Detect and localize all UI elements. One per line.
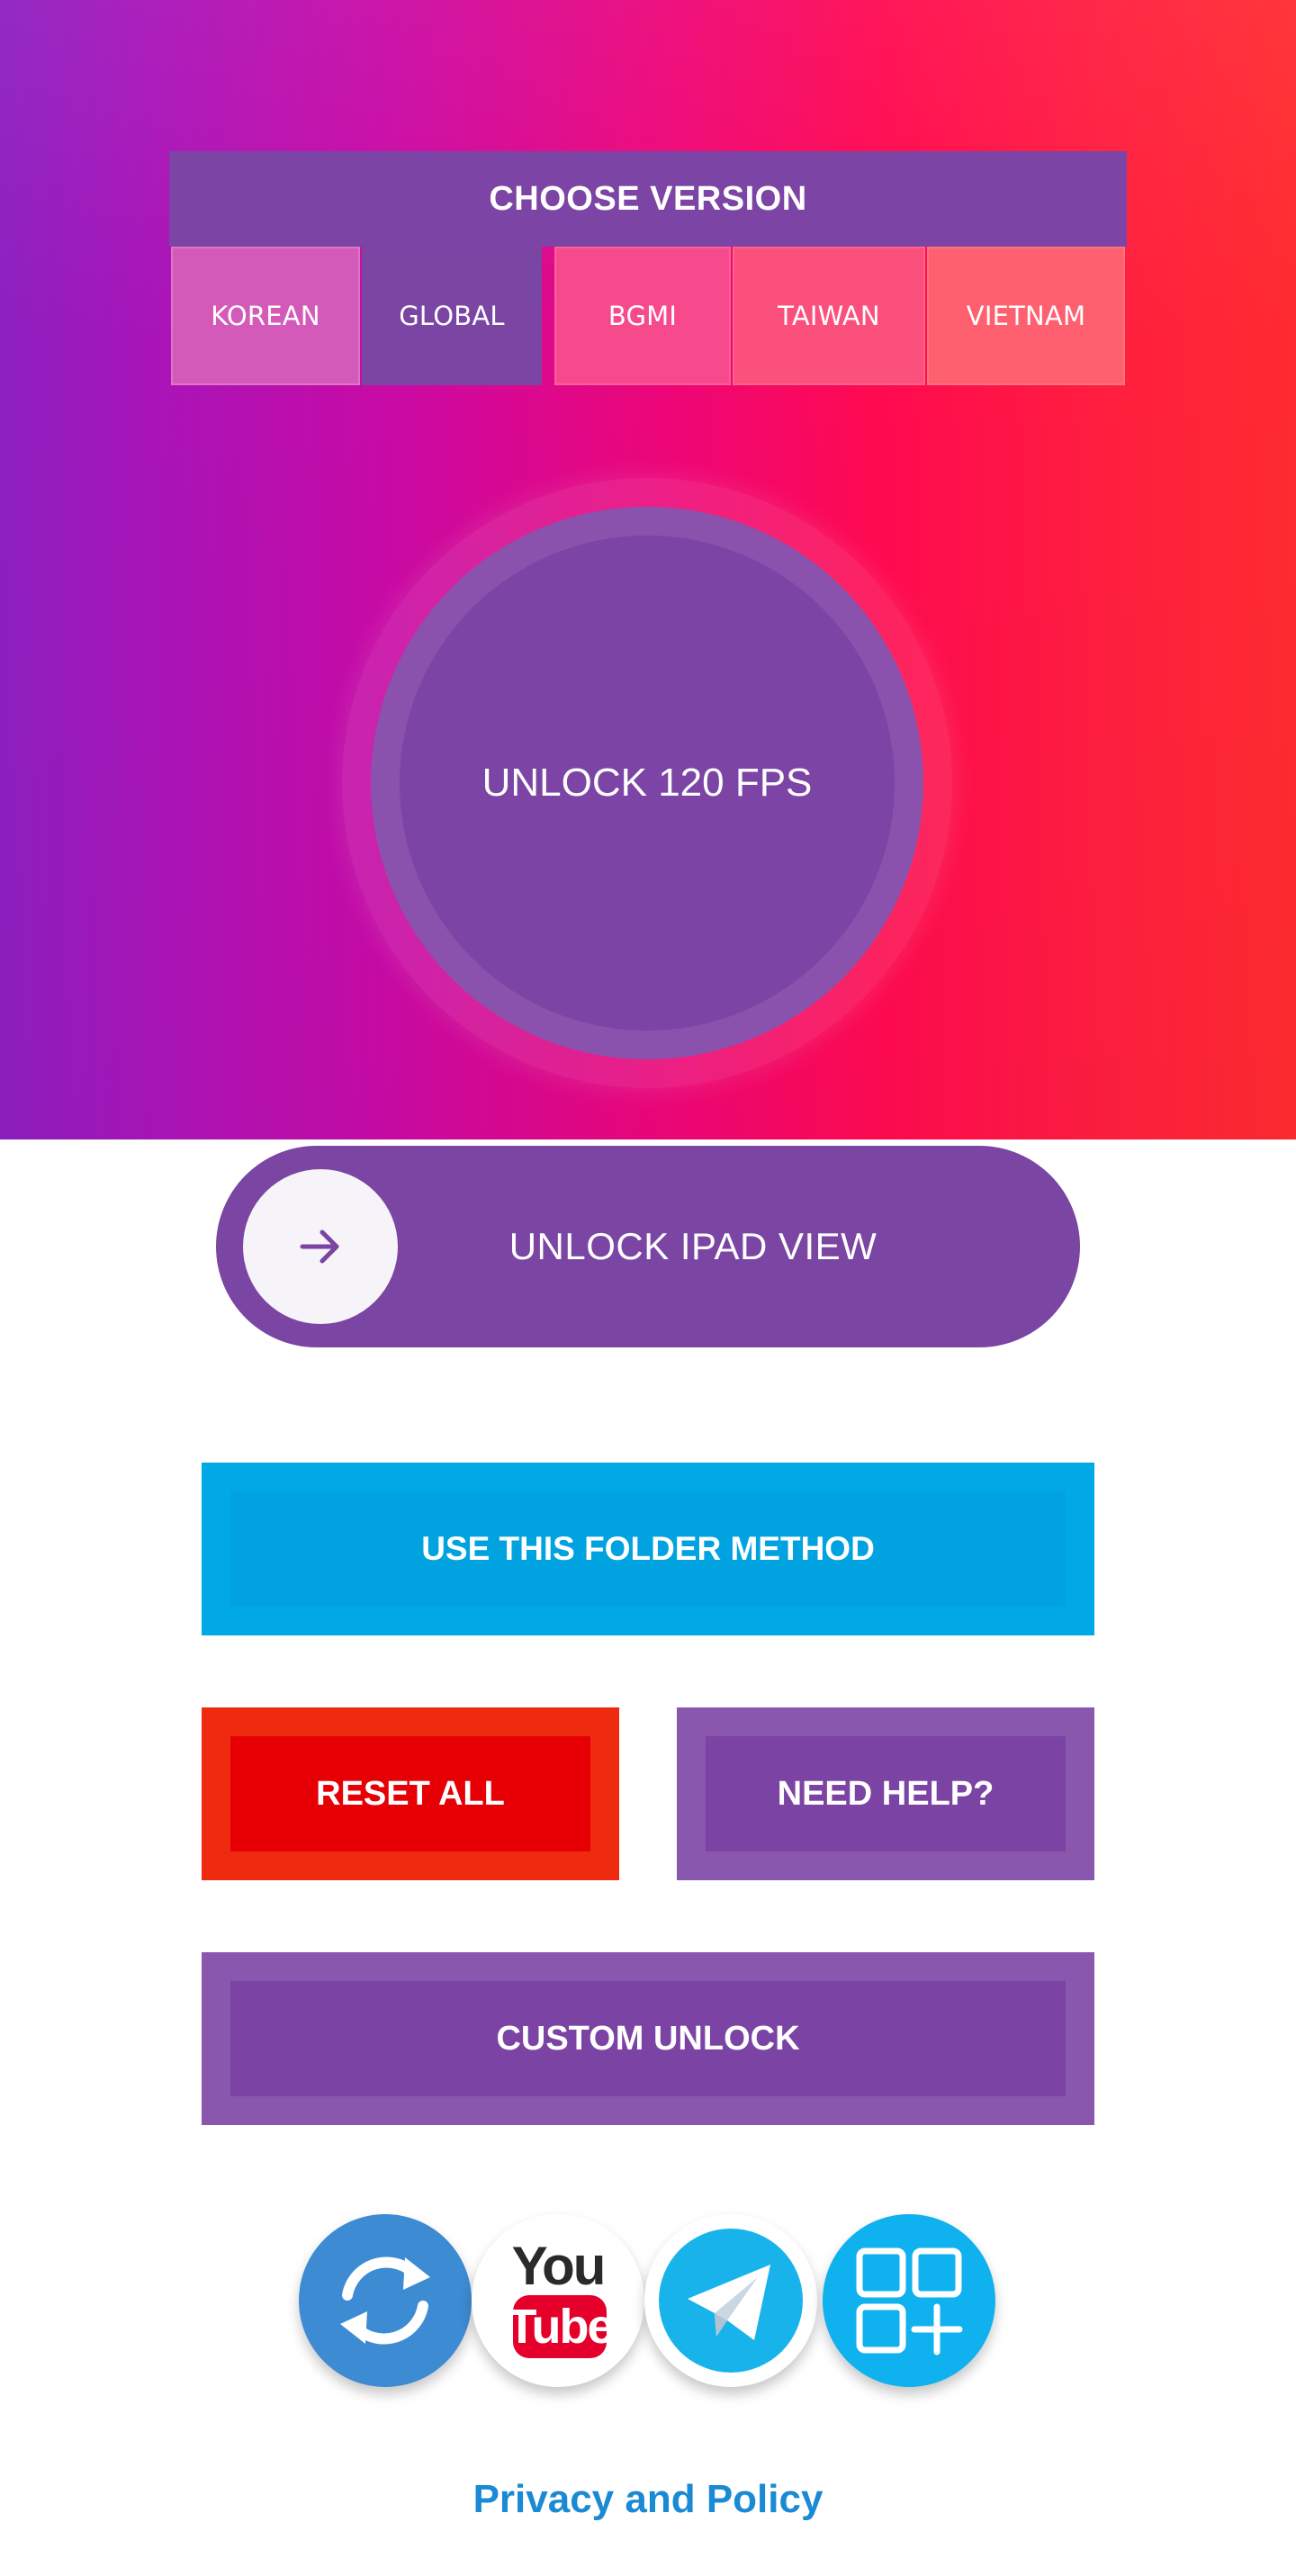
unlock-120-fps-button[interactable]: UNLOCK 120 FPS (400, 536, 895, 1031)
use-folder-method-label: USE THIS FOLDER METHOD (421, 1530, 875, 1567)
version-selector-title: CHOOSE VERSION (169, 151, 1127, 247)
tab-label: KOREAN (211, 301, 320, 331)
custom-unlock-label: CUSTOM UNLOCK (496, 2019, 800, 2058)
need-help-label: NEED HELP? (777, 1774, 994, 1813)
tab-global[interactable]: GLOBAL (362, 247, 542, 385)
unlock-ipad-view-slider[interactable]: UNLOCK IPAD VIEW (216, 1146, 1080, 1347)
need-help-button[interactable]: NEED HELP? (677, 1707, 1094, 1880)
refresh-icon (340, 2256, 430, 2345)
apps-grid-icon (856, 2247, 963, 2355)
version-tabs: KOREAN GLOBAL BGMI TAIWAN VIETNAM (169, 247, 1127, 385)
tab-label: VIETNAM (966, 301, 1086, 331)
tab-bgmi[interactable]: BGMI (554, 247, 731, 385)
reset-all-label: RESET ALL (316, 1774, 505, 1813)
slider-knob[interactable] (243, 1169, 398, 1324)
arrow-right-icon (300, 1229, 339, 1264)
use-folder-method-button[interactable]: USE THIS FOLDER METHOD (202, 1463, 1094, 1635)
unlock-120-fps-label: UNLOCK 120 FPS (482, 761, 813, 805)
youtube-you-text: You (511, 2236, 607, 2296)
youtube-icon: You Tube (472, 2214, 644, 2387)
tab-label: GLOBAL (399, 301, 505, 331)
unlock-ipad-view-label: UNLOCK IPAD VIEW (508, 1225, 878, 1267)
youtube-tube-badge: Tube (508, 2295, 615, 2358)
telegram-icon (659, 2229, 803, 2373)
more-apps-button[interactable] (823, 2214, 995, 2387)
tab-label: BGMI (608, 301, 678, 331)
tab-taiwan[interactable]: TAIWAN (733, 247, 925, 385)
reset-all-button[interactable]: RESET ALL (202, 1707, 619, 1880)
version-selector: CHOOSE VERSION KOREAN GLOBAL BGMI TAIWAN… (169, 151, 1127, 385)
youtube-button[interactable]: You Tube (472, 2214, 644, 2387)
telegram-button[interactable] (644, 2214, 817, 2387)
hero-gradient-background: CHOOSE VERSION KOREAN GLOBAL BGMI TAIWAN… (0, 0, 1296, 1139)
tab-label: TAIWAN (778, 301, 880, 331)
custom-unlock-button[interactable]: CUSTOM UNLOCK (202, 1952, 1094, 2125)
refresh-button[interactable] (299, 2214, 472, 2387)
tab-korean[interactable]: KOREAN (171, 247, 360, 385)
privacy-policy-link[interactable]: Privacy and Policy (0, 2477, 1296, 2522)
tab-vietnam[interactable]: VIETNAM (927, 247, 1125, 385)
